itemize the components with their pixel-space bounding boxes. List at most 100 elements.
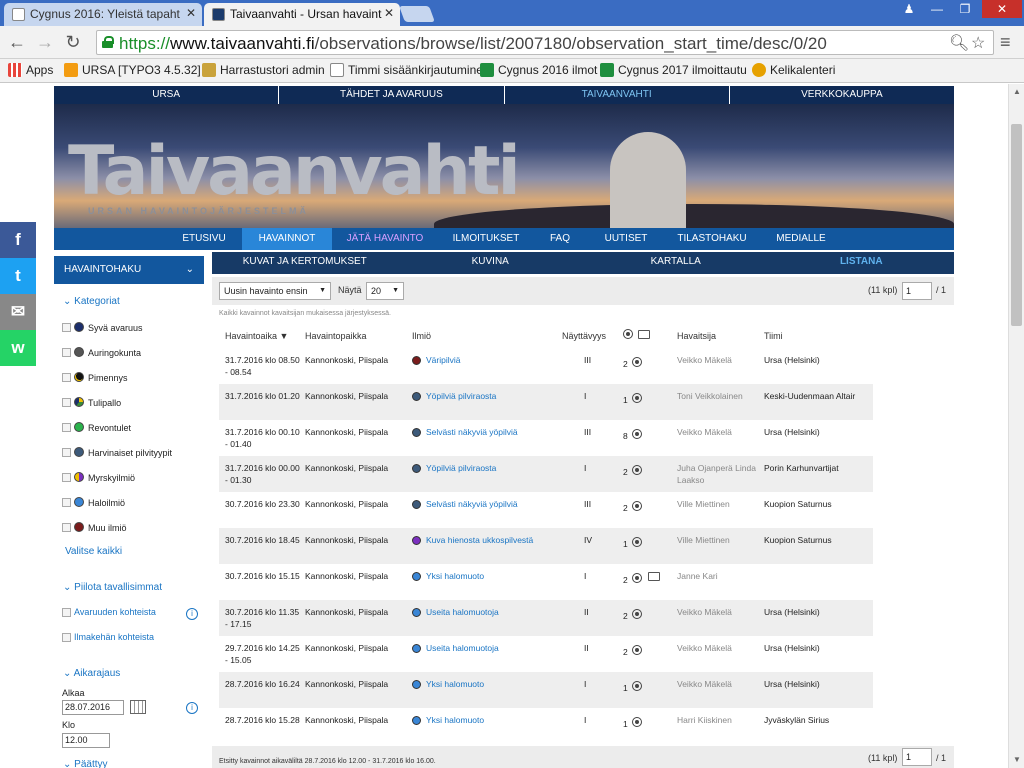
subnav-ilmoitukset[interactable]: ILMOITUKSET bbox=[446, 228, 526, 250]
observer-name[interactable]: Veikko Mäkelä bbox=[677, 426, 757, 438]
column-havaintopaikka[interactable]: Havaintopaikka bbox=[305, 331, 367, 341]
info-icon[interactable]: i bbox=[186, 608, 198, 620]
footer-page-input[interactable]: 1 bbox=[902, 748, 932, 766]
close-tab-icon[interactable]: ✕ bbox=[186, 6, 196, 20]
checkbox[interactable] bbox=[62, 323, 71, 332]
sort-order-select[interactable]: Uusin havainto ensin ▼ bbox=[219, 282, 331, 300]
column-nayttavyys[interactable]: Näyttävyys bbox=[562, 331, 606, 341]
checkbox[interactable] bbox=[62, 398, 71, 407]
table-row[interactable]: 30.7.2016 klo 11.35 - 17.15 Kannonkoski, … bbox=[219, 600, 873, 636]
categories-toggle[interactable]: ⌄ Kategoriat bbox=[63, 296, 120, 307]
category-myrskyilmio[interactable]: Myrskyilmiö bbox=[62, 472, 135, 486]
observer-name[interactable]: Toni Veikkolainen bbox=[677, 390, 757, 402]
topnav-verkkokauppa[interactable]: VERKKOKAUPPA bbox=[730, 86, 954, 104]
observer-name[interactable]: Juha Ojanperä Linda Laakso bbox=[677, 462, 757, 486]
zoom-magnifier-icon[interactable]: 🔍︎ bbox=[949, 33, 969, 53]
bookmark-harrastustori[interactable]: Harrastustori admin bbox=[202, 63, 325, 77]
observer-name[interactable]: Veikko Mäkelä bbox=[677, 642, 757, 654]
table-row[interactable]: 30.7.2016 klo 18.45 Kannonkoski, Piispala… bbox=[219, 528, 873, 564]
phenomenon-link[interactable]: Selvästi näkyviä yöpilviä bbox=[412, 498, 518, 510]
whatsapp-share-icon[interactable]: w bbox=[0, 330, 36, 366]
column-tiimi[interactable]: Tiimi bbox=[764, 331, 783, 341]
checkbox[interactable] bbox=[62, 523, 71, 532]
phenomenon-link[interactable]: Useita halomuotoja bbox=[412, 606, 499, 618]
phenomenon-link[interactable]: Yksi halomuoto bbox=[412, 678, 484, 690]
comment-icon[interactable] bbox=[648, 572, 660, 581]
phenomenon-link[interactable]: Useita halomuotoja bbox=[412, 642, 499, 654]
scroll-down-arrow-icon[interactable]: ▼ bbox=[1009, 752, 1024, 768]
browser-tab-taivaanvahti[interactable]: Taivaanvahti - Ursan havaint ✕ bbox=[204, 3, 400, 26]
topnav-tahdet[interactable]: TÄHDET JA AVARUUS bbox=[279, 86, 505, 104]
checkbox[interactable] bbox=[62, 633, 71, 642]
scroll-up-arrow-icon[interactable]: ▲ bbox=[1009, 84, 1024, 100]
bookmark-timmi[interactable]: Timmi sisäänkirjautumine bbox=[330, 63, 483, 77]
browser-tab-cygnus[interactable]: Cygnus 2016: Yleistä tapaht ✕ bbox=[4, 3, 202, 26]
checkbox[interactable] bbox=[62, 373, 71, 382]
topnav-taivaanvahti[interactable]: TAIVAANVAHTI bbox=[505, 86, 730, 104]
checkbox[interactable] bbox=[62, 348, 71, 357]
category-syva-avaruus[interactable]: Syvä avaruus bbox=[62, 322, 143, 336]
tab-kuvat-ja-kertomukset[interactable]: KUVAT JA KERTOMUKSET bbox=[212, 252, 398, 274]
phenomenon-link[interactable]: Yksi halomuoto bbox=[412, 570, 484, 582]
address-bar[interactable]: https://www.taivaanvahti.fi/observations… bbox=[96, 30, 994, 55]
column-havaitsija[interactable]: Havaitsija bbox=[677, 331, 716, 341]
category-haloilmio[interactable]: Haloilmiö bbox=[62, 497, 125, 511]
table-row[interactable]: 31.7.2016 klo 00.00 - 01.30 Kannonkoski, … bbox=[219, 456, 873, 492]
bookmark-ursa-typo3[interactable]: URSA [TYPO3 4.5.32] bbox=[64, 63, 201, 77]
observer-name[interactable]: Veikko Mäkelä bbox=[677, 606, 757, 618]
category-tulipallo[interactable]: Tulipallo bbox=[62, 397, 121, 411]
page-number-input[interactable]: 1 bbox=[902, 282, 932, 300]
checkbox[interactable] bbox=[62, 608, 71, 617]
tab-kartalla[interactable]: KARTALLA bbox=[583, 252, 769, 274]
bookmark-apps[interactable]: Apps bbox=[8, 63, 53, 77]
calendar-icon[interactable] bbox=[130, 700, 146, 714]
table-row[interactable]: 31.7.2016 klo 08.50 - 08.54 Kannonkoski, … bbox=[219, 348, 873, 384]
subnav-etusivu[interactable]: ETUSIVU bbox=[174, 228, 234, 250]
close-window-button[interactable]: ✕ bbox=[982, 0, 1022, 18]
observer-name[interactable]: Veikko Mäkelä bbox=[677, 354, 757, 366]
new-tab-button[interactable] bbox=[399, 6, 435, 22]
phenomenon-link[interactable]: Selvästi näkyviä yöpilviä bbox=[412, 426, 518, 438]
email-share-icon[interactable]: ✉ bbox=[0, 294, 36, 330]
subnav-havainnot[interactable]: HAVAINNOT bbox=[242, 228, 332, 250]
table-row[interactable]: 29.7.2016 klo 14.25 - 15.05 Kannonkoski, … bbox=[219, 636, 873, 672]
table-row[interactable]: 28.7.2016 klo 15.28 Kannonkoski, Piispala… bbox=[219, 708, 873, 744]
forward-arrow-icon[interactable]: → bbox=[34, 32, 56, 54]
category-pimennys[interactable]: Pimennys bbox=[62, 372, 128, 386]
column-havaintoaika[interactable]: Havaintoaika ▼ bbox=[225, 331, 288, 341]
start-time-input[interactable]: 12.00 bbox=[62, 733, 110, 748]
observer-name[interactable]: Ville Miettinen bbox=[677, 534, 757, 546]
bookmark-star-icon[interactable]: ☆ bbox=[971, 33, 985, 53]
checkbox[interactable] bbox=[62, 448, 71, 457]
phenomenon-link[interactable]: Yksi halomuoto bbox=[412, 714, 484, 726]
table-row[interactable]: 30.7.2016 klo 23.30 Kannonkoski, Piispala… bbox=[219, 492, 873, 528]
scrollbar-thumb[interactable] bbox=[1011, 124, 1022, 326]
hide-atmosphere-objects-option[interactable]: Ilmakehän kohteista bbox=[62, 632, 154, 642]
table-row[interactable]: 30.7.2016 klo 15.15 Kannonkoski, Piispala… bbox=[219, 564, 873, 600]
subnav-uutiset[interactable]: UUTISET bbox=[598, 228, 654, 250]
subnav-medialle[interactable]: MEDIALLE bbox=[770, 228, 832, 250]
observer-name[interactable]: Harri Kiiskinen bbox=[677, 714, 757, 726]
checkbox[interactable] bbox=[62, 423, 71, 432]
close-tab-icon[interactable]: ✕ bbox=[384, 6, 394, 20]
category-aurinkokunta[interactable]: Auringokunta bbox=[62, 347, 141, 361]
observer-name[interactable]: Ville Miettinen bbox=[677, 498, 757, 510]
subnav-jata-havainto[interactable]: JÄTÄ HAVAINTO bbox=[340, 228, 430, 250]
tab-kuvina[interactable]: KUVINA bbox=[398, 252, 584, 274]
category-harvinaiset-pilvityypit[interactable]: Harvinaiset pilvityypit bbox=[62, 447, 172, 461]
column-ilmio[interactable]: Ilmiö bbox=[412, 331, 431, 341]
back-arrow-icon[interactable]: ← bbox=[6, 32, 28, 54]
twitter-share-icon[interactable]: t bbox=[0, 258, 36, 294]
phenomenon-link[interactable]: Yöpilviä pilviraosta bbox=[412, 462, 496, 474]
checkbox[interactable] bbox=[62, 473, 71, 482]
subnav-tilastohaku[interactable]: TILASTOHAKU bbox=[672, 228, 752, 250]
end-range-toggle[interactable]: ⌄ Päättyy bbox=[63, 759, 108, 768]
restore-window-button[interactable]: ❐ bbox=[952, 0, 978, 18]
bookmark-cygnus-2016[interactable]: Cygnus 2016 ilmot bbox=[480, 63, 597, 77]
table-row[interactable]: 28.7.2016 klo 16.24 Kannonkoski, Piispala… bbox=[219, 672, 873, 708]
site-banner[interactable]: Taivaanvahti URSAN HAVAINTOJÄRJESTELMÄ bbox=[54, 104, 954, 228]
phenomenon-link[interactable]: Kuva hienosta ukkospilvestä bbox=[412, 534, 533, 546]
sidebar-header[interactable]: HAVAINTOHAKU ⌄ bbox=[54, 256, 204, 284]
page-scrollbar[interactable]: ▲ ▼ bbox=[1008, 84, 1024, 768]
phenomenon-link[interactable]: Väripilviä bbox=[412, 354, 461, 366]
